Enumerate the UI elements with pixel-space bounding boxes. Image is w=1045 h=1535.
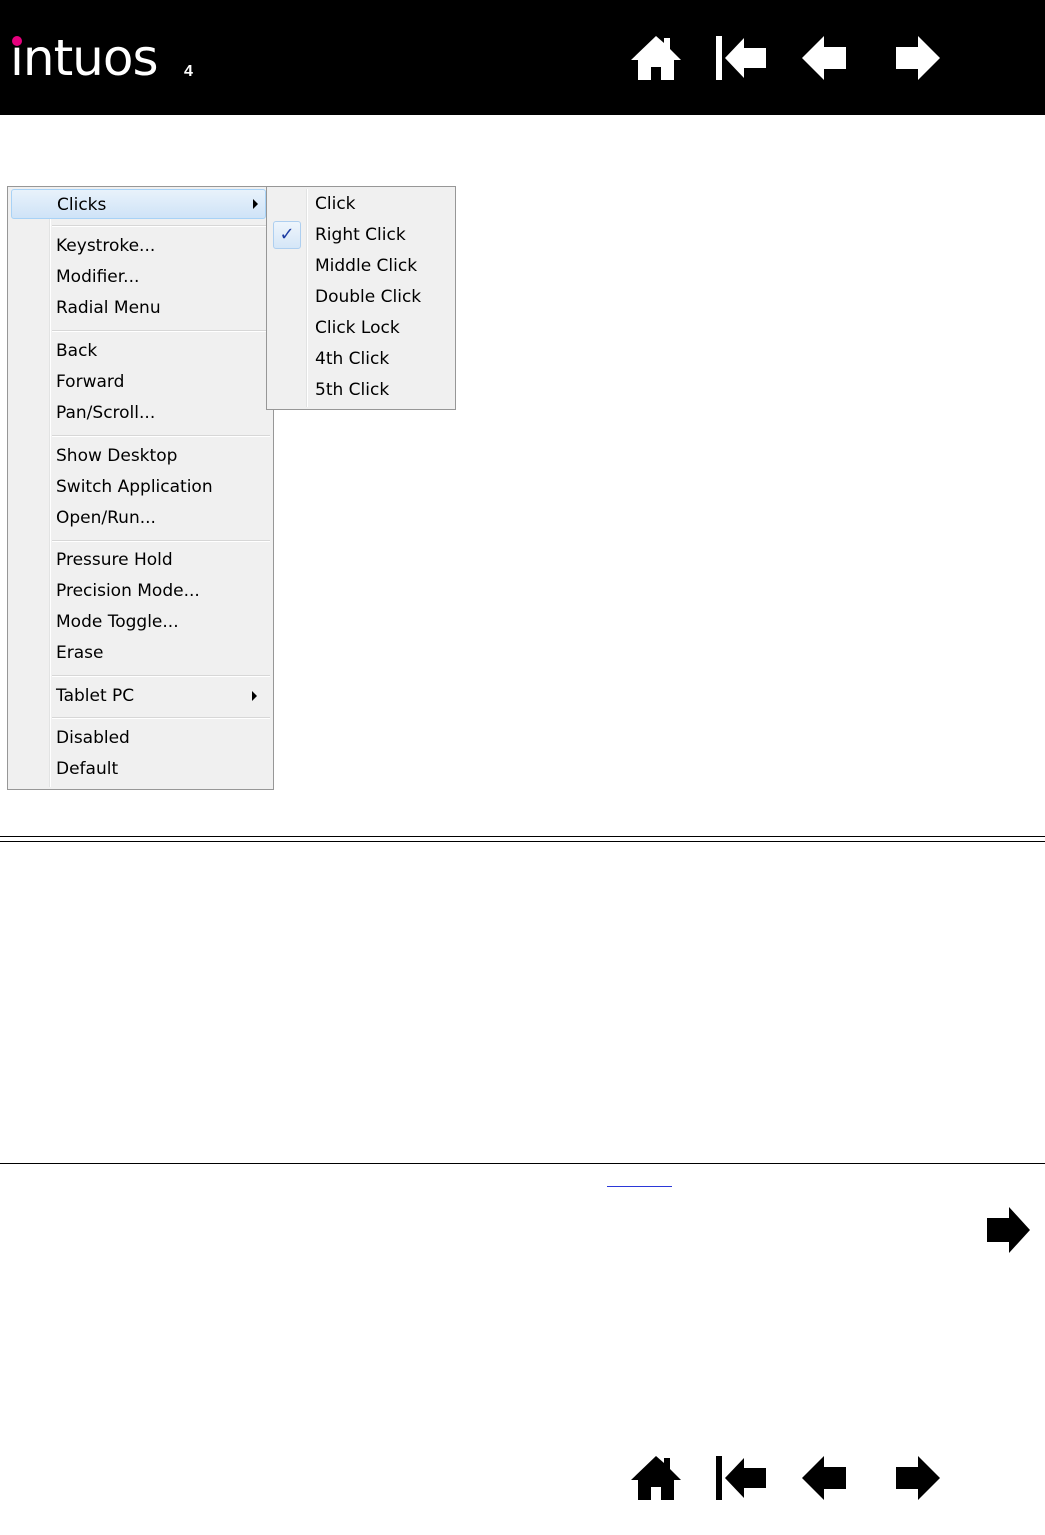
menu-item-label: 5th Click	[315, 380, 390, 400]
continue-next-button[interactable]	[985, 1205, 1031, 1255]
checkmark-icon: ✓	[273, 221, 301, 249]
menu-item-label: Radial Menu	[56, 298, 161, 318]
menu-item-label: Pan/Scroll...	[56, 403, 156, 423]
menu-item-label: Forward	[56, 372, 125, 392]
menu-item-label: Click Lock	[315, 318, 400, 338]
next-page-button[interactable]	[886, 30, 942, 86]
logo-dot	[12, 36, 22, 46]
menu-item-forward[interactable]: Forward	[11, 367, 269, 397]
menu-item-show-desktop[interactable]: Show Desktop	[11, 441, 269, 471]
header-bar: intuos 4	[0, 0, 1045, 115]
previous-page-icon	[802, 1456, 846, 1500]
divider-line	[0, 836, 1045, 837]
menu-separator	[52, 717, 270, 718]
hyperlink-underline[interactable]	[607, 1186, 672, 1187]
clicks-submenu: Click ✓ Right Click Middle Click Double …	[266, 186, 456, 410]
menu-item-pressure-hold[interactable]: Pressure Hold	[11, 545, 269, 575]
next-page-button[interactable]	[886, 1450, 942, 1506]
menu-item-label: Precision Mode...	[56, 581, 200, 601]
menu-item-label: Show Desktop	[56, 446, 178, 466]
submenu-item-double-click[interactable]: Double Click	[269, 282, 452, 312]
menu-separator	[52, 225, 270, 226]
submenu-arrow-icon	[252, 691, 257, 701]
menu-item-label: Middle Click	[315, 256, 418, 276]
button-function-menu: Clicks Keystroke... Modifier... Radial M…	[7, 186, 274, 790]
submenu-item-click[interactable]: Click	[269, 189, 452, 219]
home-button[interactable]	[628, 1450, 684, 1506]
menu-item-label: Back	[56, 341, 98, 361]
home-icon	[631, 1456, 681, 1500]
menu-item-label: Default	[56, 759, 119, 779]
menu-item-disabled[interactable]: Disabled	[11, 723, 269, 753]
next-page-icon	[896, 1456, 940, 1500]
previous-page-button[interactable]	[800, 1450, 856, 1506]
menu-item-keystroke[interactable]: Keystroke...	[11, 231, 269, 261]
previous-page-button[interactable]	[800, 30, 856, 86]
next-arrow-icon	[987, 1207, 1030, 1253]
first-page-button[interactable]	[714, 1450, 770, 1506]
menu-item-label: Switch Application	[56, 477, 213, 497]
menu-item-label: Double Click	[315, 287, 422, 307]
menu-item-label: Disabled	[56, 728, 130, 748]
product-logo: intuos	[10, 28, 159, 88]
submenu-arrow-icon	[253, 199, 258, 209]
divider-line	[0, 841, 1045, 842]
menu-item-label: Click	[315, 194, 356, 214]
menu-item-label: Tablet PC	[56, 686, 135, 706]
menu-item-open-run[interactable]: Open/Run...	[11, 503, 269, 533]
menu-item-clicks[interactable]: Clicks	[11, 189, 266, 219]
menu-item-back[interactable]: Back	[11, 336, 269, 366]
menu-item-modifier[interactable]: Modifier...	[11, 262, 269, 292]
menu-item-tablet-pc[interactable]: Tablet PC	[11, 681, 269, 711]
first-page-icon	[716, 36, 766, 80]
menu-item-label: Open/Run...	[56, 508, 156, 528]
menu-item-label: Clicks	[57, 195, 107, 215]
next-page-icon	[896, 36, 940, 80]
top-navigation	[628, 30, 972, 86]
bottom-navigation	[628, 1450, 972, 1506]
submenu-item-5th-click[interactable]: 5th Click	[269, 375, 452, 405]
first-page-button[interactable]	[714, 30, 770, 86]
menu-item-label: 4th Click	[315, 349, 390, 369]
menu-item-pan-scroll[interactable]: Pan/Scroll...	[11, 398, 269, 428]
menu-item-label: Mode Toggle...	[56, 612, 179, 632]
logo-subscript: 4	[184, 63, 193, 80]
logo-text: intuos	[10, 29, 159, 87]
menu-item-mode-toggle[interactable]: Mode Toggle...	[11, 607, 269, 637]
menu-separator	[52, 540, 270, 541]
divider-line	[0, 1163, 1045, 1164]
menu-item-label: Pressure Hold	[56, 550, 173, 570]
menu-item-label: Right Click	[315, 225, 406, 245]
submenu-item-click-lock[interactable]: Click Lock	[269, 313, 452, 343]
menu-separator	[52, 675, 270, 676]
menu-item-default[interactable]: Default	[11, 754, 269, 784]
submenu-item-4th-click[interactable]: 4th Click	[269, 344, 452, 374]
menu-item-label: Modifier...	[56, 267, 140, 287]
menu-item-precision-mode[interactable]: Precision Mode...	[11, 576, 269, 606]
menu-item-label: Keystroke...	[56, 236, 156, 256]
submenu-item-middle-click[interactable]: Middle Click	[269, 251, 452, 281]
first-page-icon	[716, 1456, 766, 1500]
menu-item-radial-menu[interactable]: Radial Menu	[11, 293, 269, 323]
submenu-item-right-click[interactable]: ✓ Right Click	[269, 220, 452, 250]
menu-separator	[52, 435, 270, 436]
menu-item-switch-application[interactable]: Switch Application	[11, 472, 269, 502]
home-icon	[631, 36, 681, 80]
menu-item-label: Erase	[56, 643, 104, 663]
previous-page-icon	[802, 36, 846, 80]
menu-item-erase[interactable]: Erase	[11, 638, 269, 668]
home-button[interactable]	[628, 30, 684, 86]
menu-separator	[52, 330, 270, 331]
